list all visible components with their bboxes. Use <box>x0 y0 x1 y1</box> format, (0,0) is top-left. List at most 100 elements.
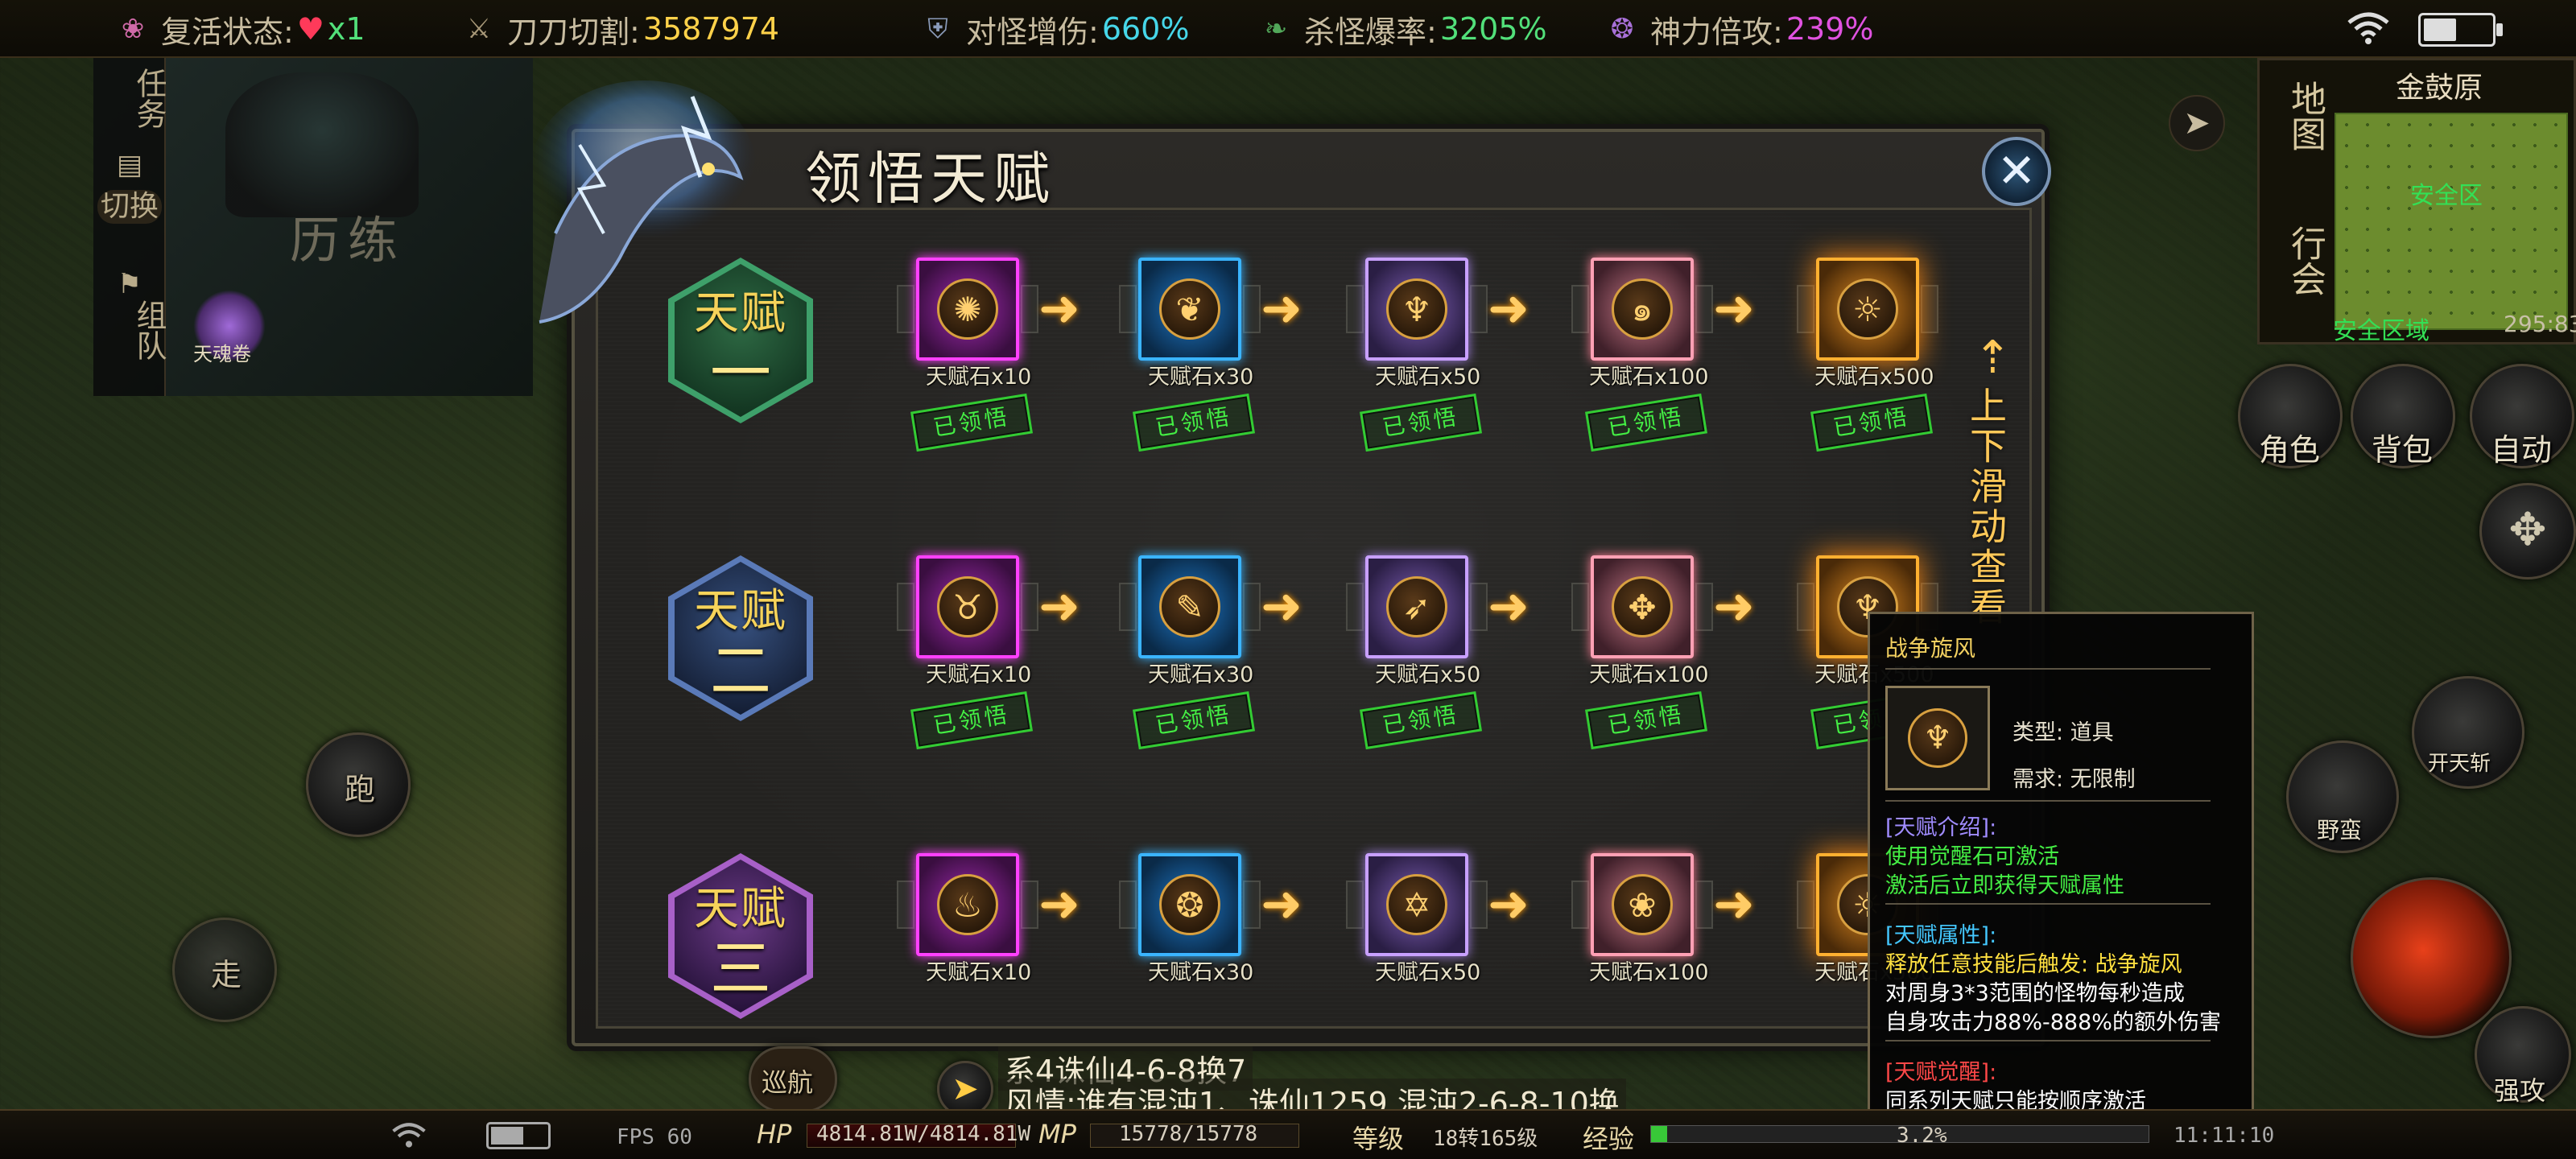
talent-tier-label: 天赋三 <box>675 860 807 1013</box>
talent-item-slot[interactable]: ♆ <box>1346 250 1488 369</box>
collapse-arrow-button[interactable]: ➤ <box>2169 95 2225 151</box>
divine-value: 239% <box>1785 11 1874 47</box>
hp-label: HP <box>757 1119 792 1149</box>
talent-skill-icon: ➶ <box>1386 576 1447 637</box>
talent-item-slot[interactable]: ✥ <box>1571 547 1713 666</box>
heart-icon: ♥ <box>296 11 324 47</box>
drop-rate-value: 3205% <box>1439 11 1547 47</box>
slot-bracket <box>1797 583 1814 631</box>
talent-cost-label: 天赋石x50 <box>1375 960 1481 985</box>
slot-bracket <box>897 583 914 631</box>
exp-label: 经验 <box>1583 1124 1635 1154</box>
boss-damage-value: 660% <box>1101 11 1190 47</box>
tab-map[interactable]: 地图 <box>2260 80 2326 151</box>
boss-damage-stat: ⛨ 对怪增伤: 660% <box>918 8 1189 50</box>
tab-guild[interactable]: 行会 <box>2260 225 2326 296</box>
slot-bracket <box>1571 583 1589 631</box>
progression-arrow-icon: ➜ <box>1261 874 1302 933</box>
character-label: 角色 <box>2259 432 2321 468</box>
slot-bracket <box>1797 881 1814 929</box>
talent-cost-label: 天赋石x30 <box>1148 960 1254 985</box>
level-value: 18转165级 <box>1433 1127 1538 1151</box>
tooltip-item-name: 战争旋风 <box>1885 635 1976 662</box>
trident-icon: ♆ <box>1908 708 1967 768</box>
revive-status: ❀ 复活状态: ♥ x1 <box>113 8 365 50</box>
slot-bracket <box>1470 285 1488 333</box>
wild-barbarian-label: 野蛮 <box>2317 817 2363 843</box>
move-cross-icon[interactable]: ✥ <box>2479 483 2576 580</box>
drop-rate-label: 杀怪爆率: <box>1304 14 1437 50</box>
slot-bracket <box>897 881 914 929</box>
slot-bracket <box>1695 881 1713 929</box>
progression-arrow-icon: ➜ <box>1488 576 1530 635</box>
talent-item-slot[interactable]: ➶ <box>1346 547 1488 666</box>
sword-icon: ⚔ <box>466 13 492 45</box>
slot-bracket <box>1119 881 1137 929</box>
device-battery-icon <box>486 1122 551 1149</box>
talent-tier-label: 天赋一 <box>675 264 807 417</box>
progression-arrow-icon: ➜ <box>1488 874 1530 933</box>
close-button[interactable]: ✕ <box>1982 137 2051 206</box>
auto-label: 自动 <box>2491 432 2553 468</box>
tooltip-intro-header: [天赋介绍]: <box>1885 815 1997 840</box>
mp-value: 15778/15778 <box>1119 1122 1258 1146</box>
talent-item-slot[interactable]: ✎ <box>1119 547 1261 666</box>
talent-skill-icon: ✎ <box>1159 576 1220 637</box>
talent-cost-label: 天赋石x30 <box>1148 662 1254 687</box>
minimap[interactable] <box>2334 113 2568 330</box>
talent-item-slot[interactable]: ❦ <box>1119 250 1261 369</box>
talent-item-slot[interactable]: ✡ <box>1346 845 1488 964</box>
talent-skill-icon: ♨ <box>937 874 998 935</box>
slot-bracket <box>1243 583 1261 631</box>
talent-item-slot[interactable]: ๑ <box>1571 250 1713 369</box>
progression-arrow-icon: ➜ <box>1038 278 1080 337</box>
main-attack-button[interactable] <box>2351 877 2512 1038</box>
map-coordinates: 295:83 <box>2504 311 2576 337</box>
talent-tier-number: 一 <box>710 336 771 409</box>
talent-tier-word: 天赋 <box>694 584 787 637</box>
safe-area-label: 安全区域 <box>2333 317 2429 345</box>
sky-slash-label: 开天斩 <box>2428 752 2491 776</box>
talent-skill-icon: ❦ <box>1159 278 1220 340</box>
dragon-emblem-icon: ❂ <box>1610 13 1634 45</box>
talent-tier-number: 三 <box>710 932 771 1004</box>
talent-item-slot[interactable]: ☼ <box>1797 250 1938 369</box>
tooltip-intro-line: 激活后立即获得天赋属性 <box>1885 873 2124 898</box>
slot-bracket <box>1470 881 1488 929</box>
revive-label: 复活状态: <box>161 14 294 50</box>
tooltip-divider <box>1885 903 2211 905</box>
blade-value: 3587974 <box>642 11 780 47</box>
quest-title: 历练 <box>290 211 407 270</box>
slot-bracket <box>1021 881 1038 929</box>
tab-team[interactable]: 组队 <box>93 299 167 361</box>
exp-bar-fill <box>1651 1126 1667 1142</box>
boss-damage-label: 对怪增伤: <box>966 14 1099 50</box>
heavenly-soul-scroll-label: 天魂卷 <box>193 343 251 365</box>
level-label: 等级 <box>1352 1124 1405 1154</box>
wifi-icon <box>2347 12 2389 44</box>
tab-quest[interactable]: 任务 <box>93 68 167 129</box>
map-name: 金鼓原 <box>2395 72 2483 105</box>
progression-arrow-icon: ➜ <box>1713 874 1755 933</box>
tooltip-attr-header: [天赋属性]: <box>1885 923 1997 948</box>
progression-arrow-icon: ➜ <box>1488 278 1530 337</box>
talent-item-slot[interactable]: ✺ <box>897 250 1038 369</box>
talent-cost-label: 天赋石x30 <box>1148 365 1254 390</box>
slot-bracket <box>1571 285 1589 333</box>
slot-bracket <box>1470 583 1488 631</box>
tooltip-attr-line: 自身攻击力88%-888%的额外伤害 <box>1885 1010 2221 1035</box>
progression-arrow-icon: ➜ <box>1261 576 1302 635</box>
tooltip-awaken-header: [天赋觉醒]: <box>1885 1060 1997 1085</box>
talent-cost-label: 天赋石x100 <box>1589 662 1709 687</box>
talent-item-slot[interactable]: ♉ <box>897 547 1038 666</box>
talent-item-slot[interactable]: ❂ <box>1119 845 1261 964</box>
talent-item-slot[interactable]: ❀ <box>1571 845 1713 964</box>
talent-item-slot[interactable]: ♨ <box>897 845 1038 964</box>
shield-icon: ⛨ <box>927 13 948 45</box>
tab-switch[interactable]: 切换 <box>97 190 162 224</box>
slot-bracket <box>1695 583 1713 631</box>
walk-label: 走 <box>211 957 242 992</box>
talent-skill-icon: ๑ <box>1612 278 1673 340</box>
slot-bracket <box>1119 285 1137 333</box>
dialog-title: 领悟天赋 <box>805 146 1056 212</box>
